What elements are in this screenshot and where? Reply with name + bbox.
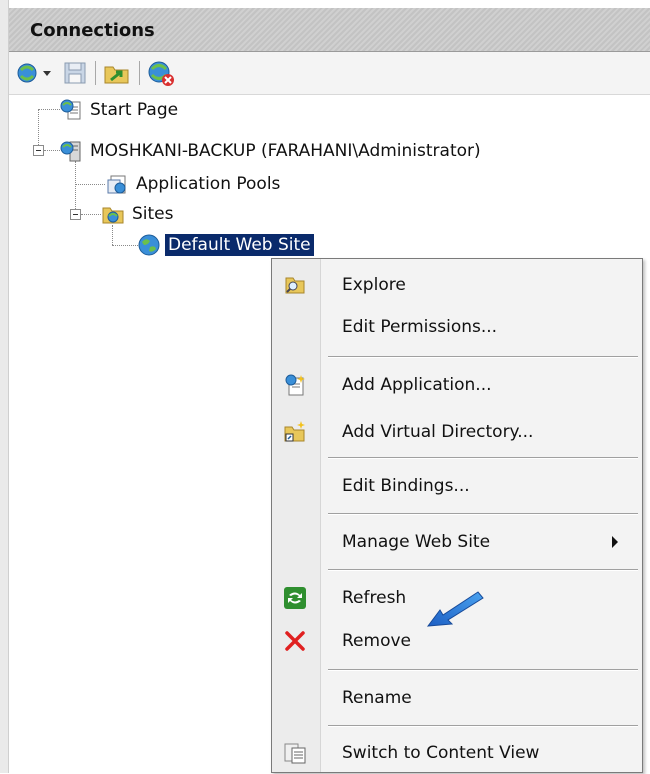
save-icon[interactable] <box>61 58 89 88</box>
menu-item-label: Explore <box>342 275 406 295</box>
menu-item-explore[interactable]: Explore <box>272 264 642 306</box>
menu-item-edit-permissions[interactable]: Edit Permissions... <box>272 306 642 348</box>
connect-icon[interactable] <box>15 58 55 88</box>
server-icon <box>59 139 83 163</box>
menu-item-edit-bindings[interactable]: Edit Bindings... <box>272 465 642 507</box>
window-left-edge <box>0 0 9 773</box>
tree-connector <box>75 161 76 215</box>
menu-separator <box>328 569 638 571</box>
content-view-icon <box>283 741 307 765</box>
tree-item-start-page[interactable]: Start Page <box>59 97 181 123</box>
menu-item-label: Add Virtual Directory... <box>342 422 534 442</box>
tree-connector <box>44 150 60 151</box>
menu-separator <box>328 513 638 515</box>
connections-header: Connections <box>9 8 650 52</box>
menu-item-add-virtual-directory[interactable]: Add Virtual Directory... <box>272 411 642 453</box>
globe-icon <box>137 233 161 257</box>
submenu-arrow-icon <box>612 536 618 548</box>
collapse-toggle-server[interactable] <box>33 145 44 156</box>
tree-connector <box>112 245 138 246</box>
start-page-icon <box>59 98 83 122</box>
tree-item-label: Application Pools <box>136 174 281 194</box>
tree-item-server[interactable]: MOSHKANI-BACKUP (FARAHANI\Administrator) <box>59 138 484 164</box>
menu-item-label: Rename <box>342 688 412 708</box>
menu-separator <box>328 356 638 358</box>
add-virtual-directory-icon <box>283 420 307 444</box>
connections-toolbar <box>9 52 650 95</box>
menu-item-label: Edit Permissions... <box>342 317 498 337</box>
application-pools-icon <box>105 172 129 196</box>
toolbar-separator <box>139 61 140 85</box>
panel-title: Connections <box>30 20 155 41</box>
tree-item-label: Start Page <box>90 100 179 120</box>
menu-item-label: Switch to Content View <box>342 743 540 763</box>
menu-item-label: Remove <box>342 631 411 651</box>
delete-connection-icon[interactable] <box>144 58 178 88</box>
tree-item-application-pools[interactable]: Application Pools <box>105 171 283 197</box>
tree-item-sites[interactable]: Sites <box>101 201 177 227</box>
refresh-icon <box>283 586 307 610</box>
tree-item-label: Sites <box>132 204 174 224</box>
menu-separator <box>328 669 638 671</box>
tree-connector <box>38 109 60 110</box>
sites-folder-icon <box>101 202 125 226</box>
add-application-icon <box>283 373 307 397</box>
menu-separator <box>328 725 638 727</box>
menu-item-label: Add Application... <box>342 375 492 395</box>
menu-item-switch-to-content-view[interactable]: Switch to Content View <box>272 732 642 774</box>
menu-item-label: Manage Web Site <box>342 532 491 552</box>
menu-separator <box>328 457 638 459</box>
tree-connector <box>75 184 105 185</box>
menu-item-manage-web-site[interactable]: Manage Web Site <box>272 521 642 563</box>
menu-item-rename[interactable]: Rename <box>272 677 642 719</box>
tree-connector <box>81 214 101 215</box>
toolbar-separator <box>95 61 96 85</box>
tree-item-label: MOSHKANI-BACKUP (FARAHANI\Administrator) <box>90 141 481 161</box>
menu-item-label: Refresh <box>342 588 407 608</box>
remove-x-icon <box>283 629 307 653</box>
explore-icon <box>283 273 307 297</box>
context-menu: Explore Edit Permissions... Add Applicat… <box>271 258 643 773</box>
up-folder-icon[interactable] <box>101 58 133 88</box>
pointer-arrow-annotation <box>426 591 484 627</box>
menu-item-add-application[interactable]: Add Application... <box>272 364 642 406</box>
tree-item-label: Default Web Site <box>165 234 314 256</box>
tree-item-default-web-site[interactable]: Default Web Site <box>137 232 314 258</box>
menu-item-label: Edit Bindings... <box>342 476 470 496</box>
collapse-toggle-sites[interactable] <box>70 209 81 220</box>
tree-connector <box>112 225 113 245</box>
